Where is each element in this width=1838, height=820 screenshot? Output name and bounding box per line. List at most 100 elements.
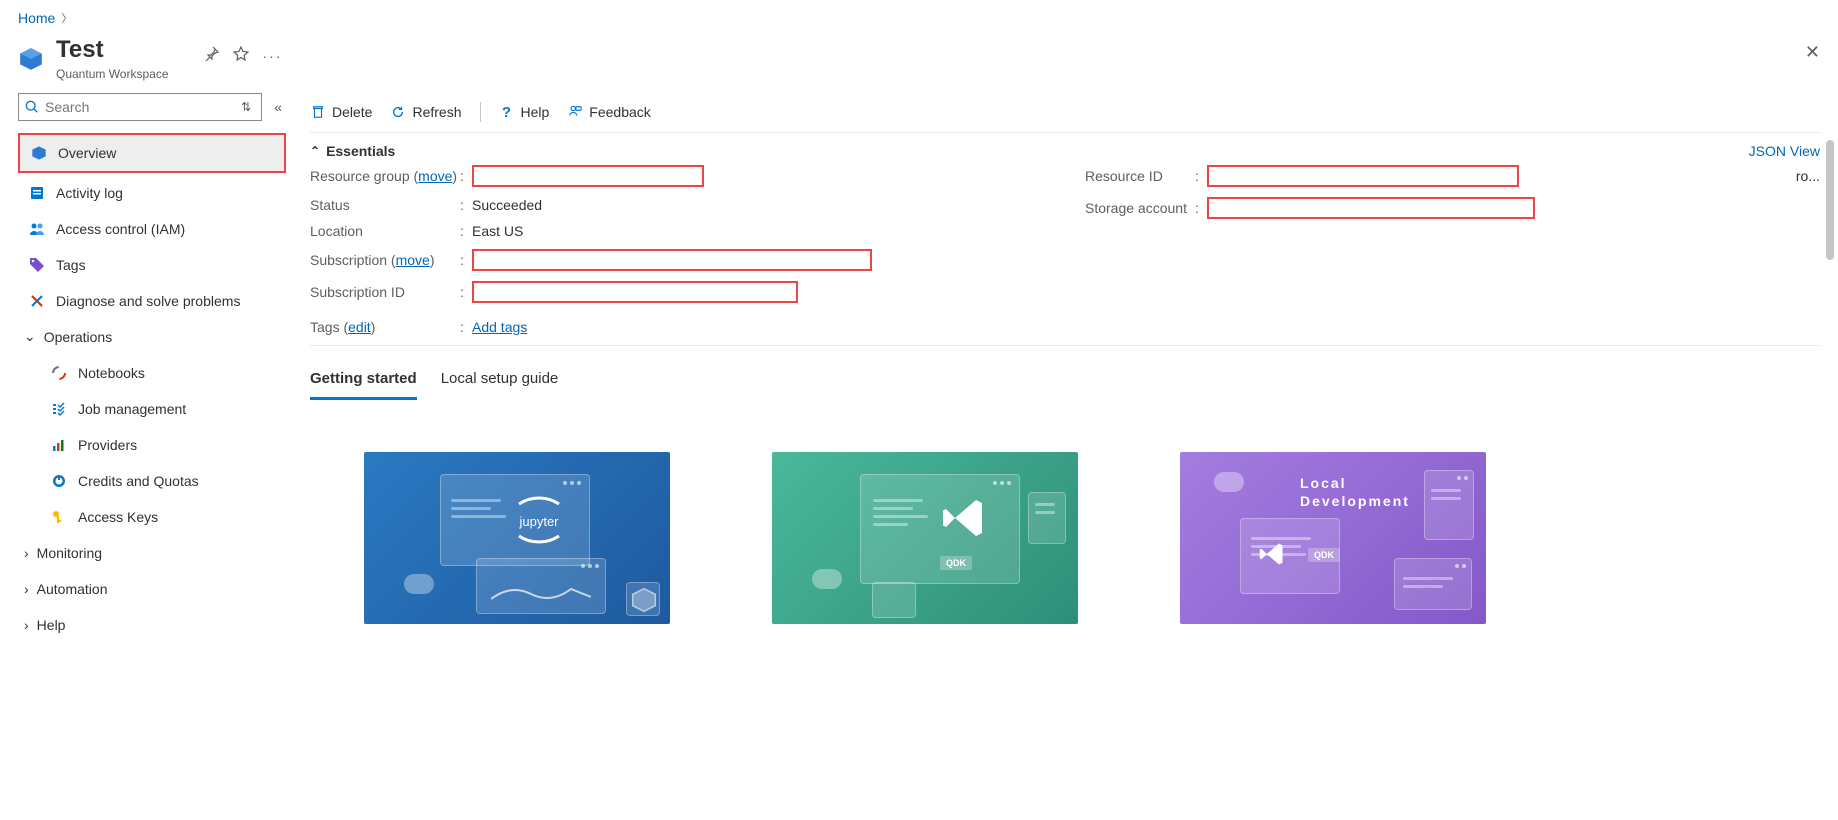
sidebar-item-label: Providers	[78, 437, 137, 453]
sidebar-group-operations[interactable]: ⌄ Operations	[18, 319, 286, 355]
sidebar-item-diagnose[interactable]: Diagnose and solve problems	[18, 283, 286, 319]
redacted-storage-account	[1207, 197, 1535, 219]
sort-icon[interactable]: ⇅	[237, 100, 255, 114]
sidebar-item-label: Credits and Quotas	[78, 473, 199, 489]
sidebar-item-iam[interactable]: Access control (IAM)	[18, 211, 286, 247]
delete-button[interactable]: Delete	[310, 104, 372, 120]
command-bar: Delete Refresh ? Help Feedback	[310, 93, 1820, 133]
cube-icon	[626, 582, 660, 616]
card-vscode-qdk[interactable]: QDK	[772, 452, 1078, 624]
button-label: Feedback	[589, 104, 650, 120]
providers-icon	[50, 436, 68, 454]
row-subscription-id: Subscription ID:	[310, 281, 1045, 303]
button-label: Delete	[332, 104, 372, 120]
sidebar-item-providers[interactable]: Providers	[18, 427, 286, 463]
job-management-icon	[50, 400, 68, 418]
cloud-icon	[812, 569, 842, 589]
sidebar-item-label: Activity log	[56, 185, 123, 201]
main-content: Delete Refresh ? Help Feedback	[286, 93, 1838, 643]
sidebar-group-label: Help	[37, 617, 66, 633]
row-tags: Tags (edit) : Add tags	[310, 319, 1045, 335]
sidebar-group-automation[interactable]: › Automation	[18, 571, 286, 607]
activity-log-icon	[28, 184, 46, 202]
close-icon[interactable]: ✕	[1805, 42, 1820, 63]
redacted-resource-id	[1207, 165, 1519, 187]
sidebar-item-label: Diagnose and solve problems	[56, 293, 240, 309]
overview-icon	[30, 144, 48, 162]
sidebar-group-monitoring[interactable]: › Monitoring	[18, 535, 286, 571]
chevron-right-icon: ›	[24, 617, 29, 633]
content-tabs: Getting started Local setup guide	[310, 364, 1820, 400]
vscode-logo-icon	[1258, 540, 1286, 571]
sidebar-group-label: Operations	[44, 329, 112, 345]
breadcrumb-home[interactable]: Home	[18, 10, 55, 26]
essentials-label: Essentials	[326, 143, 395, 159]
sidebar-group-label: Automation	[37, 581, 108, 597]
notebooks-icon	[50, 364, 68, 382]
collapse-sidebar-icon[interactable]: «	[270, 95, 286, 119]
resource-title: Test	[56, 36, 169, 65]
star-icon[interactable]	[233, 46, 249, 65]
card-jupyter[interactable]: jupyter	[364, 452, 670, 624]
resource-header: Test Quantum Workspace ··· ✕	[0, 32, 1838, 93]
access-keys-icon	[50, 508, 68, 526]
help-button[interactable]: ? Help	[499, 104, 550, 120]
sidebar: ⇅ « Overview Activity log Access control…	[18, 93, 286, 643]
sidebar-item-label: Access control (IAM)	[56, 221, 185, 237]
move-link[interactable]: move	[418, 168, 452, 184]
sidebar-item-notebooks[interactable]: Notebooks	[18, 355, 286, 391]
sidebar-item-label: Access Keys	[78, 509, 158, 525]
svg-text:jupyter: jupyter	[518, 514, 559, 529]
sidebar-search[interactable]: ⇅	[18, 93, 262, 121]
diagnose-icon	[28, 292, 46, 310]
sidebar-item-label: Job management	[78, 401, 186, 417]
chevron-up-icon: ⌃	[310, 144, 320, 158]
help-icon: ?	[499, 104, 515, 120]
sidebar-item-access-keys[interactable]: Access Keys	[18, 499, 286, 535]
sidebar-group-label: Monitoring	[37, 545, 102, 561]
jupyter-logo-icon: jupyter	[504, 496, 574, 547]
chevron-down-icon: ⌄	[24, 328, 36, 345]
row-storage-account: Storage account:	[1085, 197, 1820, 219]
feedback-button[interactable]: Feedback	[567, 104, 650, 120]
card-local-development[interactable]: LocalDevelopment QDK	[1180, 452, 1486, 624]
window-graphic	[1394, 558, 1472, 610]
window-small	[872, 582, 916, 618]
search-input[interactable]	[39, 99, 237, 115]
qdk-badge: QDK	[1308, 548, 1340, 562]
sidebar-item-overview[interactable]: Overview	[20, 135, 284, 171]
json-view-link[interactable]: JSON View	[1749, 143, 1820, 159]
location-value: East US	[472, 223, 523, 239]
status-value: Succeeded	[472, 197, 542, 213]
pin-icon[interactable]	[203, 46, 219, 65]
chevron-right-icon: ›	[24, 581, 29, 597]
local-development-label: LocalDevelopment	[1300, 474, 1410, 510]
add-tags-link[interactable]: Add tags	[472, 319, 527, 335]
sidebar-group-help[interactable]: › Help	[18, 607, 286, 643]
chevron-right-icon: ›	[24, 545, 29, 561]
vscode-logo-icon	[940, 494, 988, 545]
iam-icon	[28, 220, 46, 238]
move-link[interactable]: move	[396, 252, 430, 268]
vertical-scrollbar[interactable]	[1824, 140, 1836, 810]
tab-getting-started[interactable]: Getting started	[310, 364, 417, 400]
more-icon[interactable]: ···	[263, 48, 283, 64]
essentials-toggle[interactable]: ⌃ Essentials	[310, 143, 395, 159]
sidebar-item-tags[interactable]: Tags	[18, 247, 286, 283]
credits-icon	[50, 472, 68, 490]
edit-link[interactable]: edit	[348, 319, 371, 335]
sidebar-item-activity-log[interactable]: Activity log	[18, 175, 286, 211]
resource-type: Quantum Workspace	[56, 67, 169, 81]
essentials-panel: Resource group (move) : Status: Succeede…	[310, 165, 1820, 346]
tab-local-setup[interactable]: Local setup guide	[441, 364, 559, 400]
cloud-icon	[1214, 472, 1244, 492]
window-graphic	[476, 558, 606, 614]
sidebar-item-job-management[interactable]: Job management	[18, 391, 286, 427]
sidebar-item-label: Tags	[56, 257, 86, 273]
delete-icon	[310, 104, 326, 120]
sidebar-item-label: Overview	[58, 145, 116, 161]
sidebar-item-credits[interactable]: Credits and Quotas	[18, 463, 286, 499]
breadcrumb: Home 〉	[0, 0, 1838, 32]
scrollbar-thumb[interactable]	[1826, 140, 1834, 260]
refresh-button[interactable]: Refresh	[390, 104, 461, 120]
